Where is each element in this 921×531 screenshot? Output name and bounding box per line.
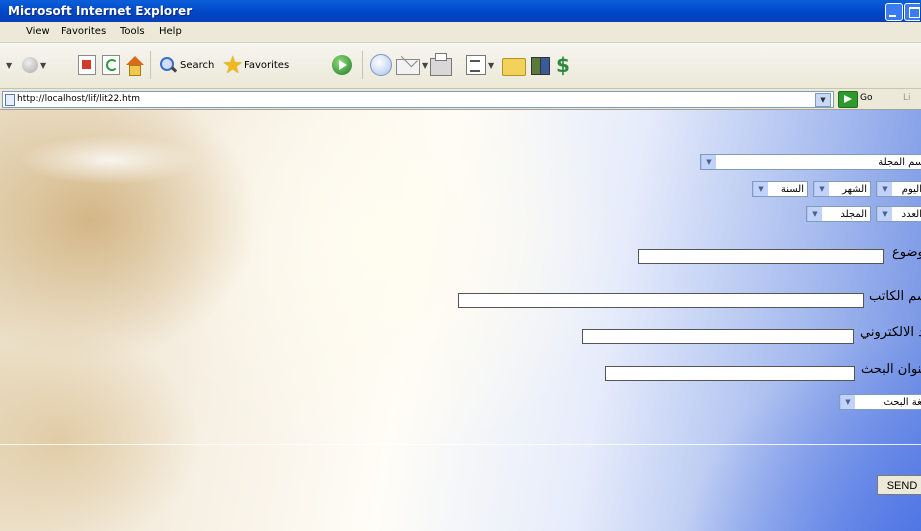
menu-bar: View Favorites Tools Help: [0, 22, 921, 43]
minimize-button[interactable]: [885, 3, 903, 21]
address-bar: http://localhost/lif/lit22.htm ▼ Go Li: [0, 89, 921, 110]
history-button[interactable]: [370, 53, 392, 77]
issue-select[interactable]: ▼ العدد: [876, 206, 921, 222]
printer-icon: [430, 53, 452, 76]
toolbar-separator: [362, 51, 363, 79]
maximize-button[interactable]: [904, 3, 920, 21]
home-button[interactable]: [124, 53, 144, 77]
messenger-button[interactable]: [530, 53, 550, 77]
folder-button[interactable]: [502, 53, 526, 77]
address-input[interactable]: http://localhost/lif/lit22.htm ▼: [2, 91, 834, 108]
author-label: اسم الكاتب: [869, 289, 921, 304]
window-title: Microsoft Internet Explorer: [8, 4, 193, 18]
send-button[interactable]: SEND: [877, 475, 921, 495]
search-button[interactable]: Search: [158, 53, 214, 77]
folder-icon: [502, 58, 526, 76]
toolbar-separator: [150, 51, 151, 79]
edit-button[interactable]: ▼: [466, 53, 494, 77]
chevron-down-icon: ▼: [807, 207, 822, 221]
mail-button[interactable]: ▼: [396, 53, 428, 77]
volume-select[interactable]: ▼ المجلد: [806, 206, 871, 222]
chevron-down-icon: ▼: [877, 182, 892, 196]
history-icon: [370, 54, 392, 76]
address-dropdown-button[interactable]: ▼: [815, 93, 831, 107]
page-content: ▼ اسم المجلة ▼ اليوم ▼ الشهر ▼ السنة ▼ ا…: [0, 110, 921, 531]
chevron-down-icon: ▼: [877, 207, 892, 221]
day-select[interactable]: ▼ اليوم: [876, 181, 921, 197]
chevron-down-icon: ▼: [701, 155, 716, 169]
forward-arrow-icon: [22, 57, 38, 73]
search-label: Search: [180, 59, 215, 71]
chevron-down-icon: ▼: [814, 182, 829, 196]
chevron-down-icon: ▼: [422, 60, 429, 70]
menu-help[interactable]: Help: [159, 26, 182, 37]
chevron-down-icon: ▼: [753, 182, 768, 196]
print-button[interactable]: [430, 53, 452, 77]
forward-button[interactable]: ▼: [22, 53, 46, 77]
go-label[interactable]: Go: [860, 93, 872, 103]
favorites-label: Favorites: [244, 59, 290, 71]
chevron-down-icon: ▼: [40, 60, 47, 70]
chevron-down-icon: ▼: [840, 395, 855, 409]
author-input[interactable]: [458, 293, 864, 308]
email-input[interactable]: [582, 329, 854, 344]
stop-button[interactable]: [78, 53, 96, 77]
home-icon: [124, 55, 144, 76]
media-play-icon: [332, 55, 352, 75]
menu-view[interactable]: View: [26, 26, 50, 37]
address-url: http://localhost/lif/lit22.htm: [17, 94, 141, 104]
refresh-button[interactable]: [102, 53, 120, 77]
chevron-down-icon: ▼: [488, 60, 495, 70]
media-button[interactable]: [332, 53, 352, 77]
messenger-icon: [530, 55, 550, 75]
background-wave: [0, 120, 260, 210]
refresh-icon: [102, 55, 120, 75]
year-select[interactable]: ▼ السنة: [752, 181, 808, 197]
mail-icon: [396, 59, 420, 75]
language-select[interactable]: ▼ لغة البحث: [839, 394, 921, 410]
edit-page-icon: [466, 55, 486, 75]
topic-label: الموضوع: [892, 245, 921, 260]
stop-icon: [78, 55, 96, 75]
dollar-icon: $: [556, 53, 570, 77]
horizontal-divider: [0, 444, 921, 445]
toolbar: ▼ ▼ Search ★ Favorites ▼ ▼ $: [0, 43, 921, 89]
search-icon: [158, 55, 178, 75]
search-title-input[interactable]: [605, 366, 855, 381]
links-label[interactable]: Li: [903, 93, 911, 103]
chevron-down-icon: ▼: [6, 60, 13, 70]
search-title-label: عنوان البحث: [861, 362, 921, 377]
menu-favorites[interactable]: Favorites: [61, 26, 106, 37]
title-bar: Microsoft Internet Explorer: [0, 0, 921, 22]
star-icon: ★: [222, 51, 244, 79]
go-button[interactable]: [838, 91, 858, 108]
money-button[interactable]: $: [556, 53, 576, 77]
magazine-select[interactable]: ▼ اسم المجلة: [700, 154, 921, 170]
favorites-button[interactable]: ★ Favorites: [222, 53, 289, 77]
menu-tools[interactable]: Tools: [120, 26, 145, 37]
magazine-select-value: اسم المجلة: [878, 157, 921, 168]
month-select[interactable]: ▼ الشهر: [813, 181, 871, 197]
email-label: البريد الالكتروني: [860, 325, 921, 340]
page-icon: [5, 94, 15, 106]
topic-input[interactable]: [638, 249, 884, 264]
back-button[interactable]: ▼: [4, 53, 12, 77]
